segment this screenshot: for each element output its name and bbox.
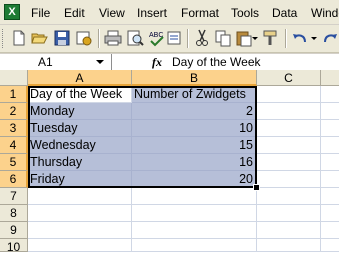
cell-d2[interactable] xyxy=(321,103,339,120)
cell-c10[interactable] xyxy=(257,239,321,252)
cell-a4[interactable]: Wednesday xyxy=(28,137,132,154)
fill-handle[interactable] xyxy=(253,184,260,191)
insert-function-icon[interactable]: fx xyxy=(152,55,162,70)
menu-bar: X File Edit View Insert Format Tools Dat… xyxy=(0,0,339,25)
cell-c8[interactable] xyxy=(257,205,321,222)
column-header-c[interactable]: C xyxy=(257,70,321,86)
cell-d5[interactable] xyxy=(321,154,339,171)
cell-d6[interactable] xyxy=(321,171,339,188)
name-box-value: A1 xyxy=(38,55,53,69)
cell-a7[interactable] xyxy=(28,188,132,205)
print-icon[interactable] xyxy=(103,28,123,48)
cell-b7[interactable] xyxy=(132,188,257,205)
row-header-9[interactable]: 9 xyxy=(0,222,28,239)
cell-d10[interactable] xyxy=(321,239,339,252)
menu-file[interactable]: File xyxy=(31,6,50,20)
cell-b3[interactable]: 10 xyxy=(132,120,257,137)
menu-window[interactable]: Windo xyxy=(311,6,339,20)
cell-c6[interactable] xyxy=(257,171,321,188)
paste-dropdown-icon[interactable] xyxy=(250,28,260,48)
cell-d3[interactable] xyxy=(321,120,339,137)
excel-icon[interactable]: X xyxy=(4,4,20,20)
menu-format[interactable]: Format xyxy=(181,6,219,20)
new-icon[interactable] xyxy=(9,28,29,48)
cell-d1[interactable] xyxy=(321,86,339,103)
save-icon[interactable] xyxy=(52,28,72,48)
cell-d4[interactable] xyxy=(321,137,339,154)
permission-icon[interactable] xyxy=(74,28,94,48)
row-header-2[interactable]: 2 xyxy=(0,103,28,120)
cell-b2[interactable]: 2 xyxy=(132,103,257,120)
menu-data[interactable]: Data xyxy=(272,6,297,20)
cell-a8[interactable] xyxy=(28,205,132,222)
chevron-down-icon[interactable] xyxy=(96,60,104,64)
cell-b10[interactable] xyxy=(132,239,257,252)
cell-b6[interactable]: 20 xyxy=(132,171,257,188)
menu-tools[interactable]: Tools xyxy=(231,6,259,20)
cell-a6[interactable]: Friday xyxy=(28,171,132,188)
cell-a10[interactable] xyxy=(28,239,132,252)
toolbar-separator xyxy=(98,29,100,48)
menu-edit[interactable]: Edit xyxy=(64,6,85,20)
redo-icon[interactable] xyxy=(320,28,339,48)
spelling-icon[interactable]: ABC xyxy=(147,28,167,48)
cell-c4[interactable] xyxy=(257,137,321,154)
copy-icon[interactable] xyxy=(213,28,233,48)
row-header-8[interactable]: 8 xyxy=(0,205,28,222)
row-header-6[interactable]: 6 xyxy=(0,171,28,188)
cell-a3[interactable]: Tuesday xyxy=(28,120,132,137)
cell-c1[interactable] xyxy=(257,86,321,103)
cell-d8[interactable] xyxy=(321,205,339,222)
row-header-10[interactable]: 10 xyxy=(0,239,28,254)
format-painter-icon[interactable] xyxy=(261,28,281,48)
worksheet-grid: A B C 1 Day of the Week Number of Zwidge… xyxy=(0,70,339,254)
cell-a9[interactable] xyxy=(28,222,132,239)
cell-a5[interactable]: Thursday xyxy=(28,154,132,171)
column-header-d[interactable] xyxy=(321,70,339,86)
research-icon[interactable] xyxy=(165,28,185,48)
row-header-3[interactable]: 3 xyxy=(0,120,28,137)
standard-toolbar: ABC xyxy=(0,25,339,53)
toolbar-grip[interactable] xyxy=(2,29,6,48)
open-icon[interactable] xyxy=(30,28,50,48)
cell-b5[interactable]: 16 xyxy=(132,154,257,171)
cell-c5[interactable] xyxy=(257,154,321,171)
cell-d9[interactable] xyxy=(321,222,339,239)
cell-c7[interactable] xyxy=(257,188,321,205)
cell-b1[interactable]: Number of Zwidgets xyxy=(132,86,257,103)
cell-a1[interactable]: Day of the Week xyxy=(28,86,132,103)
select-all-button[interactable] xyxy=(0,70,28,86)
column-header-a[interactable]: A xyxy=(28,70,132,86)
column-header-b[interactable]: B xyxy=(132,70,257,86)
cell-b8[interactable] xyxy=(132,205,257,222)
menu-insert[interactable]: Insert xyxy=(137,6,167,20)
name-box[interactable]: A1 xyxy=(0,54,112,71)
row-header-5[interactable]: 5 xyxy=(0,154,28,171)
cell-c9[interactable] xyxy=(257,222,321,239)
cut-icon[interactable] xyxy=(192,28,212,48)
cell-c2[interactable] xyxy=(257,103,321,120)
toolbar-separator xyxy=(285,29,287,48)
toolbar-separator xyxy=(187,29,189,48)
print-preview-icon[interactable] xyxy=(125,28,145,48)
menu-view[interactable]: View xyxy=(99,6,125,20)
undo-icon[interactable] xyxy=(290,28,310,48)
cell-b9[interactable] xyxy=(132,222,257,239)
cell-c3[interactable] xyxy=(257,120,321,137)
undo-dropdown-icon[interactable] xyxy=(309,28,319,48)
row-header-1[interactable]: 1 xyxy=(0,86,28,103)
cell-a2[interactable]: Monday xyxy=(28,103,132,120)
cell-d7[interactable] xyxy=(321,188,339,205)
formula-input[interactable]: Day of the Week xyxy=(172,54,261,70)
cell-b4[interactable]: 15 xyxy=(132,137,257,154)
row-header-4[interactable]: 4 xyxy=(0,137,28,154)
row-header-7[interactable]: 7 xyxy=(0,188,28,205)
